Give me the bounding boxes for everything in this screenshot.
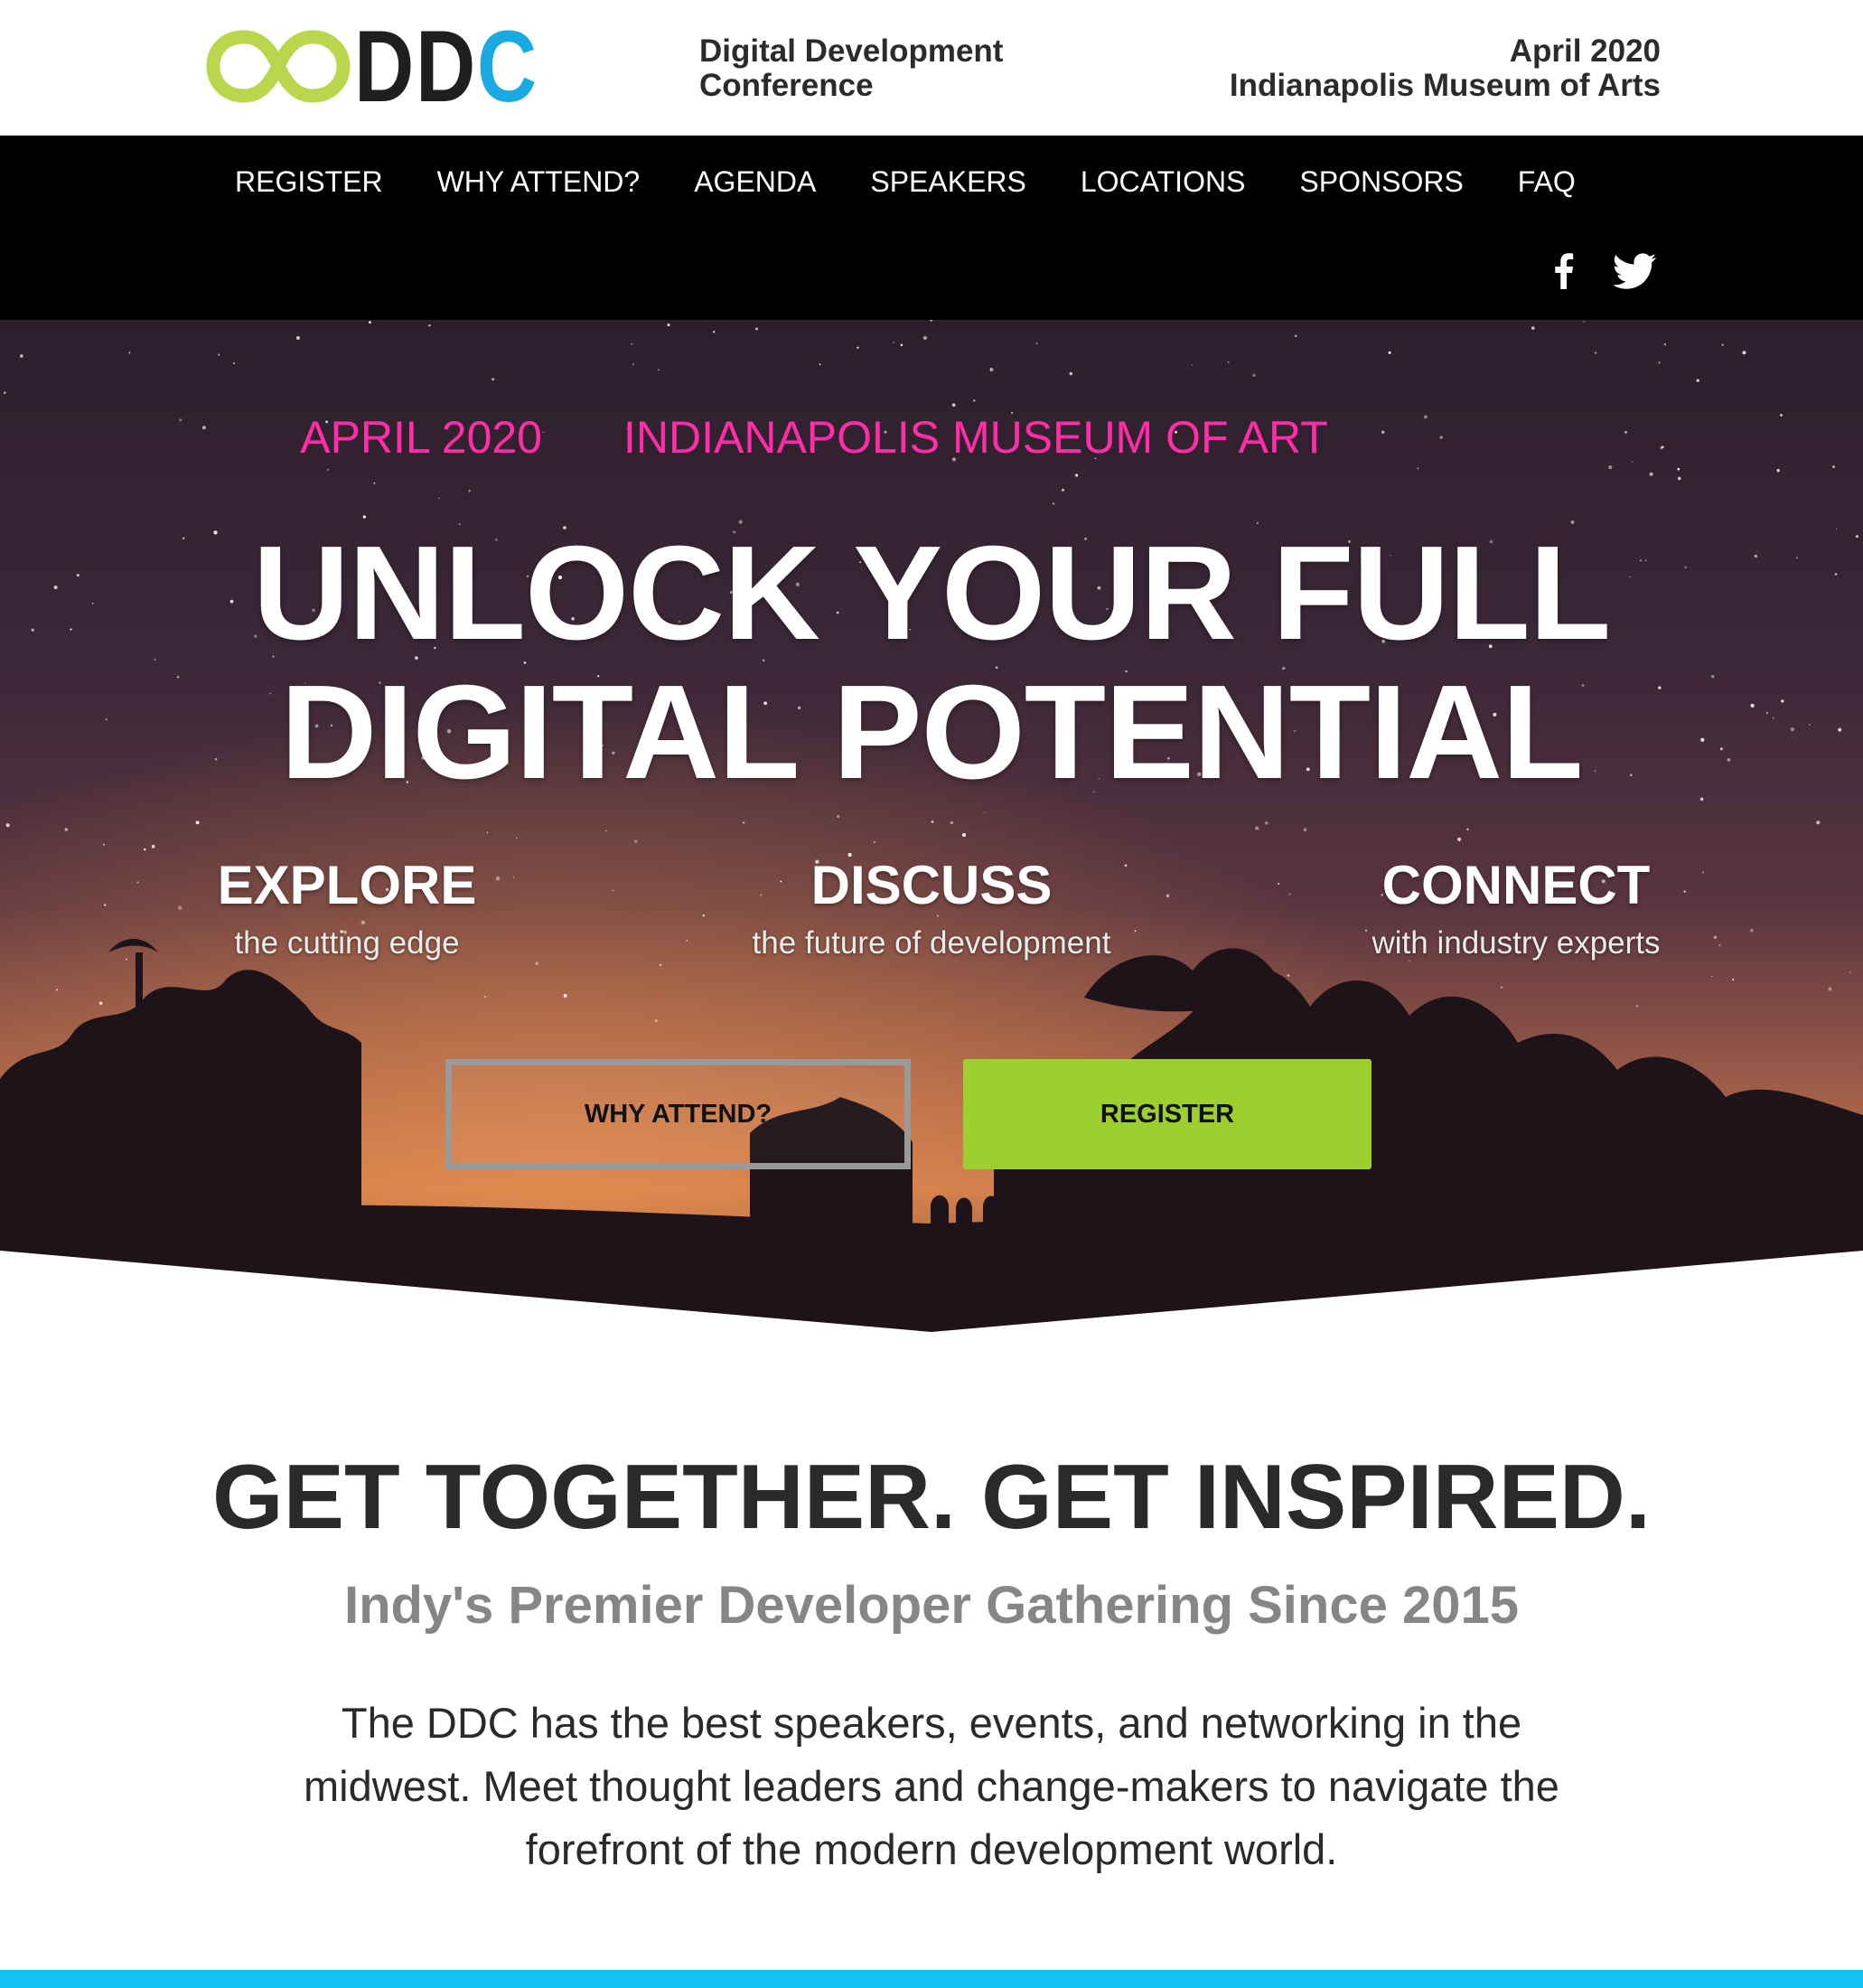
hero-cta-buttons: WHY ATTEND? REGISTER [0,1059,1863,1173]
main-nav: REGISTER WHY ATTEND? AGENDA SPEAKERS LOC… [0,136,1863,320]
hero-meta: APRIL 2020 INDIANAPOLIS MUSEUM OF ART [0,410,1863,464]
nav-item-speakers[interactable]: SPEAKERS [870,163,1026,201]
pillar-title: EXPLORE [217,855,477,915]
site-header: DD C Digital Development Conference April… [0,0,1863,136]
pillar-explore: EXPLORE the cutting edge [112,853,582,963]
conference-date: April 2020 [1509,33,1661,69]
nav-item-register[interactable]: REGISTER [235,163,383,201]
conference-name: Digital Development Conference [699,34,1003,103]
conference-name-line1: Digital Development [699,33,1004,69]
pillar-title: DISCUSS [810,855,1053,915]
about-body: The DDC has the best speakers, events, a… [304,1699,1559,1873]
nav-item-faq[interactable]: FAQ [1518,163,1576,201]
twitter-icon[interactable] [1614,253,1657,289]
site-logo[interactable]: DD C [206,15,579,117]
pillar-subtitle: with industry experts [1372,925,1661,961]
nav-item-sponsors[interactable]: SPONSORS [1299,163,1463,201]
nav-item-why-attend[interactable]: WHY ATTEND? [437,163,641,201]
pillar-subtitle: the future of development [752,925,1111,961]
hero-title-line2: DIGITAL POTENTIAL [280,658,1583,807]
bottom-accent-strip [0,1970,1863,1988]
infinity-icon [206,30,351,103]
conference-name-line2: Conference [699,68,874,103]
hero-title: UNLOCK YOUR FULL DIGITAL POTENTIAL [0,524,1863,802]
hero-date: APRIL 2020 [300,412,542,463]
pillar-discuss: DISCUSS the future of development [697,853,1166,963]
about-section: GET TOGETHER. GET INSPIRED. Indy's Premi… [0,1332,1863,1970]
hero-venue: INDIANAPOLIS MUSEUM OF ART [623,412,1328,463]
pillar-title: CONNECT [1381,855,1651,915]
conference-venue: Indianapolis Museum of Arts [1229,68,1661,103]
nav-item-locations[interactable]: LOCATIONS [1081,163,1246,201]
pillar-subtitle: the cutting edge [234,925,460,961]
nav-menu: REGISTER WHY ATTEND? AGENDA SPEAKERS LOC… [235,163,1630,201]
why-attend-button[interactable]: WHY ATTEND? [445,1059,911,1169]
logo-letters-dd: DD [354,9,477,123]
logo-wordmark: DD C [354,9,538,123]
hero-section: APRIL 2020 INDIANAPOLIS MUSEUM OF ART UNL… [0,320,1863,1332]
hero-title-line1: UNLOCK YOUR FULL [252,519,1611,668]
register-button[interactable]: REGISTER [963,1059,1372,1169]
about-subtitle: Indy's Premier Developer Gathering Since… [343,1576,1519,1635]
logo-letter-c: C [476,9,538,123]
pillar-connect: CONNECT with industry experts [1281,853,1751,963]
hero-pillars: EXPLORE the cutting edge DISCUSS the fut… [0,853,1863,998]
nav-item-agenda[interactable]: AGENDA [694,163,816,201]
facebook-icon[interactable] [1552,253,1574,289]
hero-night-sky-background [0,320,1863,1332]
about-title: GET TOGETHER. GET INSPIRED. [212,1447,1651,1548]
conference-date-venue: April 2020 Indianapolis Museum of Arts [1230,34,1661,103]
social-links [1552,253,1657,289]
